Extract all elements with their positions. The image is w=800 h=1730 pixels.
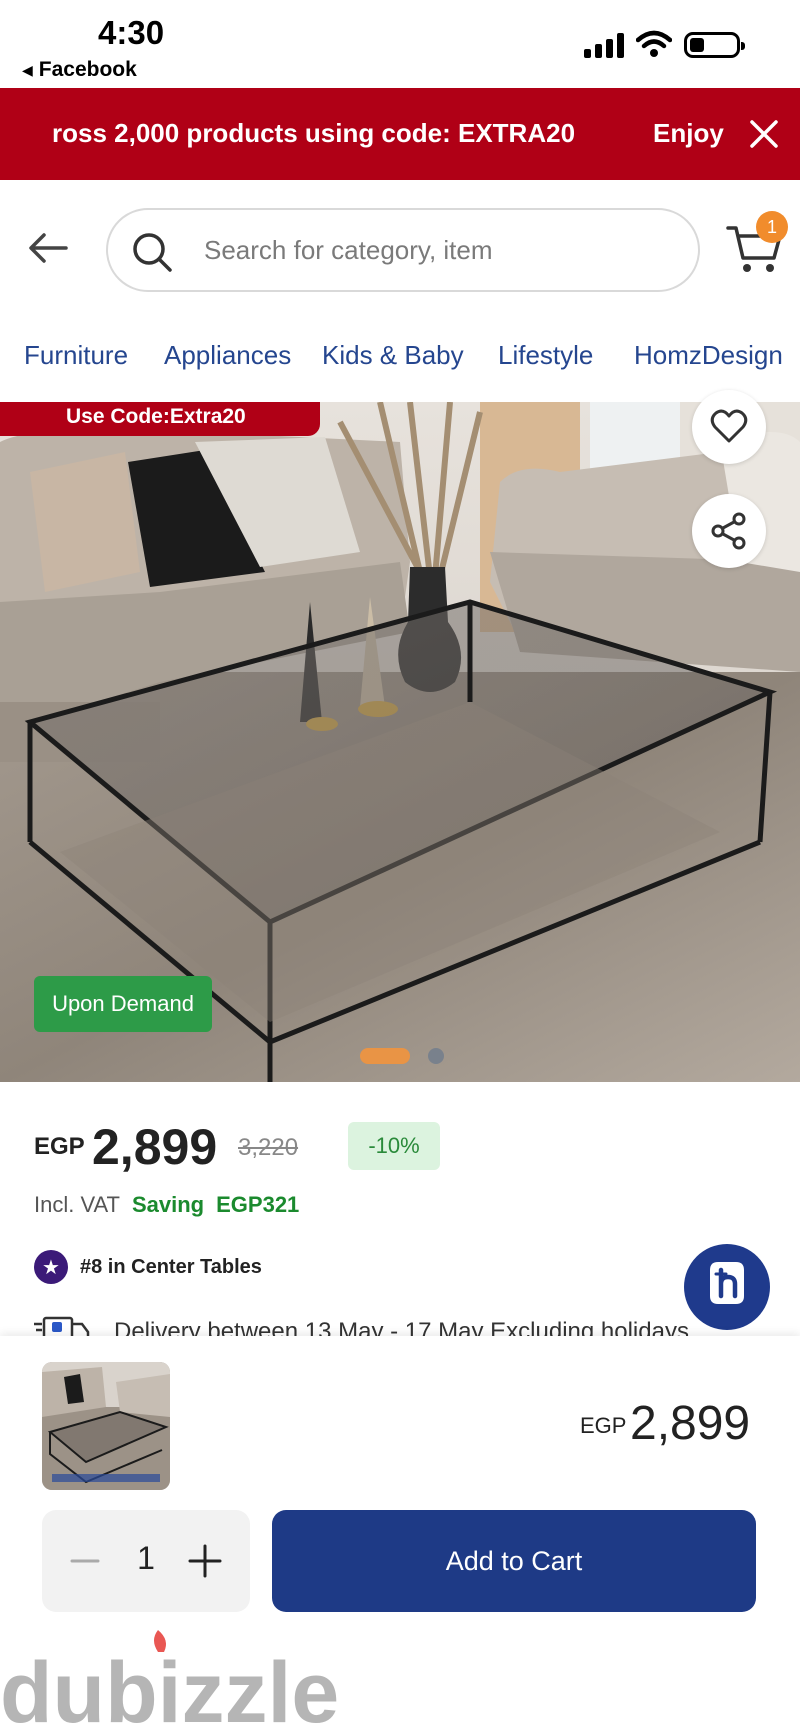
rank-label: #8 in Center Tables [80, 1255, 262, 1278]
share-button[interactable] [692, 494, 766, 568]
delivery-text: Delivery between 13 May - 17 May Excludi… [114, 1318, 689, 1336]
dubizzle-watermark: dubizzle [0, 1630, 340, 1730]
promo-banner[interactable]: ross 2,000 products using code: EXTRA20 … [0, 88, 800, 180]
discount-badge: -10% [348, 1122, 440, 1170]
category-rank[interactable]: ★ #8 in Center Tables [34, 1250, 262, 1284]
thumbnail-photo [42, 1362, 170, 1490]
category-nav: Furniture Appliances Kids & Baby Lifesty… [0, 340, 800, 390]
price-currency: EGP [34, 1133, 85, 1160]
saving-label: Saving [131, 1192, 205, 1217]
status-bar: 4:30 ◀ Facebook [0, 0, 800, 88]
cart-count-badge: 1 [756, 211, 788, 243]
search-input[interactable] [204, 210, 674, 290]
delivery-truck-icon [34, 1316, 90, 1336]
back-arrow-icon[interactable] [26, 226, 70, 270]
promo-enjoy-text: Enjoy [653, 118, 724, 148]
product-thumbnail [42, 1362, 170, 1490]
svg-text:dubizzle: dubizzle [0, 1645, 339, 1730]
status-time: 4:30 [98, 14, 165, 51]
carousel-dot-active[interactable] [360, 1048, 410, 1064]
quantity-stepper: 1 [42, 1510, 250, 1612]
quantity-value: 1 [137, 1540, 155, 1576]
bottom-price: 2,899 [630, 1397, 751, 1450]
add-to-cart-button[interactable]: Add to Cart [272, 1510, 756, 1612]
favorite-button[interactable] [692, 390, 766, 464]
chat-button[interactable] [684, 1244, 770, 1330]
back-triangle-icon: ◀ [22, 61, 33, 78]
category-kids-baby[interactable]: Kids & Baby [322, 340, 464, 371]
close-icon[interactable] [746, 116, 782, 152]
promo-text: ross 2,000 products using code: EXTRA20 [52, 118, 576, 148]
dubizzle-logo: dubizzle [0, 1630, 339, 1730]
old-price: 3,220 [238, 1134, 299, 1161]
share-icon [711, 512, 746, 550]
back-to-app-link[interactable]: ◀ Facebook [22, 58, 137, 82]
status-icons [584, 30, 745, 58]
category-homzdesign[interactable]: HomzDesign [634, 340, 783, 371]
availability-badge: Upon Demand [34, 976, 212, 1032]
saving-value: EGP321 [216, 1192, 300, 1217]
category-appliances[interactable]: Appliances [164, 340, 291, 371]
search-box[interactable] [106, 208, 700, 292]
carousel-dot[interactable] [428, 1048, 444, 1064]
wifi-icon [636, 30, 672, 57]
vat-label: Incl. VAT [34, 1192, 120, 1217]
back-app-label: Facebook [38, 58, 137, 81]
minus-icon[interactable] [62, 1538, 108, 1584]
plus-icon[interactable] [182, 1538, 228, 1584]
category-furniture[interactable]: Furniture [24, 340, 128, 371]
promo-code-tag: Use Code:Extra20 [0, 402, 320, 436]
cellular-signal-icon [584, 32, 624, 58]
chat-icon [710, 1262, 744, 1304]
vat-saving-line: Incl. VAT Saving EGP321 [34, 1192, 299, 1218]
bottom-price-currency: EGP [580, 1413, 627, 1438]
heart-icon [710, 409, 748, 443]
product-price: 2,899 [92, 1119, 218, 1175]
delivery-info: Delivery between 13 May - 17 May Excludi… [34, 1316, 689, 1336]
battery-icon [684, 32, 745, 58]
star-icon: ★ [34, 1250, 68, 1284]
category-lifestyle[interactable]: Lifestyle [498, 340, 593, 371]
search-icon [133, 233, 172, 272]
